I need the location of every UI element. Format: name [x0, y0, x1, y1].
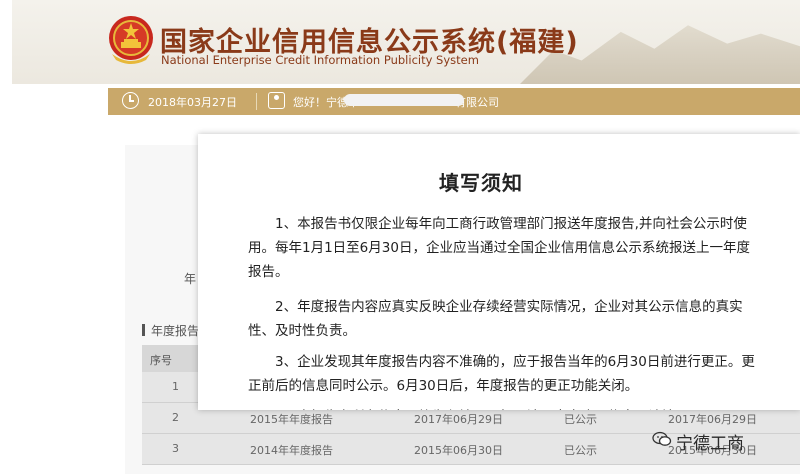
row-status: 已公示: [564, 413, 597, 426]
instruction-paragraph-4: 4、本报告书所有信息项均为必填项，如果该项内容确无信息，请填写"无"。: [248, 405, 760, 410]
user-info-bar: 2018年03月27日 您好！宁德市 有限公司: [108, 88, 800, 115]
instruction-paragraph-2: 2、年度报告内容应真实反映企业存续经营实际情况，企业对其公示信息的真实性、及时性…: [248, 299, 743, 339]
site-title-english: National Enterprise Credit Information P…: [161, 53, 479, 67]
row-seq: 1: [172, 380, 179, 393]
wechat-icon: [652, 431, 672, 446]
divider: [256, 93, 257, 110]
row-submit-date: 2015年06月30日: [414, 444, 503, 457]
row-seq: 3: [172, 442, 179, 455]
row-report-name: 2015年年度报告: [250, 413, 333, 426]
modal-title: 填写须知: [439, 171, 523, 195]
instruction-paragraph-3: 3、企业发现其年度报告内容不准确的，应于报告当年的6月30日前进行更正。更正前后…: [248, 354, 755, 394]
row-report-name: 2014年年度报告: [250, 444, 333, 457]
column-header-seq: 序号: [150, 354, 172, 367]
watermark-text: 宁德工商: [676, 434, 744, 454]
row-submit-date: 2017年06月29日: [414, 413, 503, 426]
filling-instructions-modal: 填写须知 1、本报告书仅限企业每年向工商行政管理部门报送年度报告,并向社会公示时…: [198, 134, 800, 410]
current-date: 2018年03月27日: [148, 96, 237, 109]
section-title-annual-report: 年度报告: [142, 322, 199, 339]
redacted-company-name: [344, 94, 464, 106]
year-label: 年: [184, 272, 197, 286]
instruction-paragraph-1: 1、本报告书仅限企业每年向工商行政管理部门报送年度报告,并向社会公示时使用。每年…: [248, 216, 750, 280]
national-emblem-icon: [109, 16, 153, 64]
row-status: 已公示: [564, 444, 597, 457]
row-seq: 2: [172, 411, 179, 424]
user-icon: [268, 92, 285, 109]
row-publish-date: 2017年06月29日: [668, 413, 757, 426]
clock-icon: [122, 92, 139, 109]
